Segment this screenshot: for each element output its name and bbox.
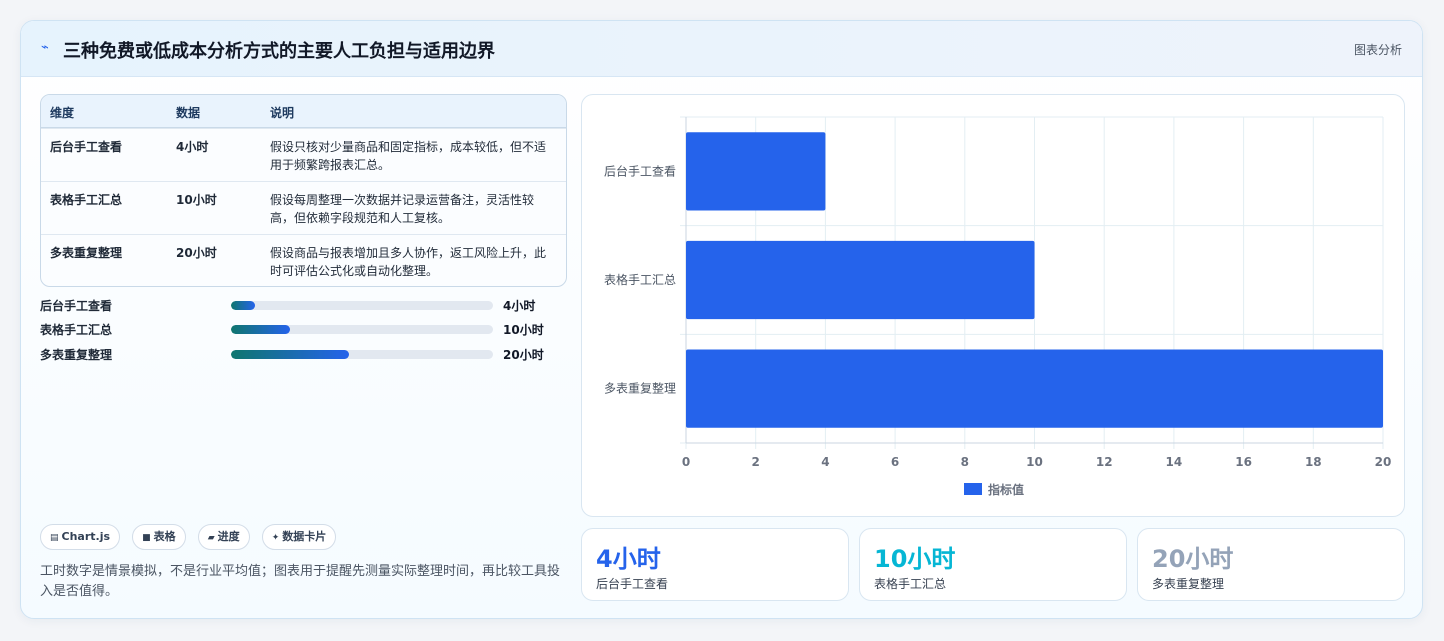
stat-label: 后台手工查看 xyxy=(596,577,669,591)
progress-track xyxy=(231,301,493,310)
chip-chartjs[interactable]: ▤ Chart.js xyxy=(40,524,121,550)
progress-track xyxy=(231,350,493,359)
y-tick-label: 多表重复整理 xyxy=(604,381,676,396)
y-tick-label: 后台手工查看 xyxy=(604,163,676,178)
chart-icon: ⌁ xyxy=(41,40,49,55)
progress-value: 20小时 xyxy=(503,348,544,362)
x-tick-label: 20 xyxy=(1375,455,1392,469)
stat-card: 20小时 多表重复整理 xyxy=(1137,528,1405,601)
chip-label: Chart.js xyxy=(61,530,111,543)
bar-chart: 后台手工查看 表格手工汇总 多表重复整理 0 2 4 6 8 10 12 14 16 18 20 指标值 xyxy=(581,94,1405,517)
progress-fill xyxy=(231,301,255,310)
table-cell-dim: 多表重复整理 xyxy=(50,246,123,260)
table-header-data: 数据 xyxy=(176,106,201,120)
footnote: 工时数字是情景模拟，不是行业平均值；图表用于提醒先测量实际整理时间，再比较工具投… xyxy=(40,564,561,599)
x-tick-label: 18 xyxy=(1305,455,1322,469)
progress-row: 表格手工汇总 10小时 xyxy=(40,320,560,338)
bar-chart-icon: ▤ xyxy=(50,533,59,543)
stat-value: 10小时 xyxy=(874,545,956,573)
chip-progress[interactable]: ▰ 进度 xyxy=(197,524,250,550)
progress-fill xyxy=(231,325,290,334)
progress-value: 4小时 xyxy=(503,299,536,313)
bar xyxy=(686,132,826,211)
sparkle-icon: ✦ xyxy=(271,533,280,543)
y-tick-label: 表格手工汇总 xyxy=(604,272,676,287)
x-tick-label: 2 xyxy=(752,455,760,469)
x-tick-label: 4 xyxy=(821,455,829,469)
table-header-dim: 维度 xyxy=(50,106,75,120)
progress-label: 表格手工汇总 xyxy=(40,323,113,337)
stat-label: 多表重复整理 xyxy=(1152,577,1225,591)
table-cell-data: 20小时 xyxy=(176,246,217,260)
table-row: 后台手工查看 4小时 假设只核对少量商品和固定指标，成本较低，但不适用于频繁跨报… xyxy=(41,128,566,181)
table-cell-desc: 假设商品与报表增加且多人协作，返工风险上升，此时可评估公式化或自动化整理。 xyxy=(270,246,547,278)
table-icon: ■ xyxy=(142,533,151,543)
table-cell-dim: 后台手工查看 xyxy=(50,140,123,154)
table-cell-data: 10小时 xyxy=(176,193,217,207)
x-tick-label: 16 xyxy=(1235,455,1252,469)
x-tick-label: 10 xyxy=(1026,455,1043,469)
chip-table[interactable]: ■ 表格 xyxy=(132,524,186,550)
stat-label: 表格手工汇总 xyxy=(874,577,947,591)
stat-card: 4小时 后台手工查看 xyxy=(581,528,849,601)
progress-row: 后台手工查看 4小时 xyxy=(40,296,560,314)
chip-label: 表格 xyxy=(153,530,176,543)
stat-value: 4小时 xyxy=(596,545,661,573)
x-tick-label: 0 xyxy=(682,455,690,469)
bar-chart-svg: 后台手工查看表格手工汇总多表重复整理 0 2 4 6 8 10 12 14 16 18 20 指标值 xyxy=(604,116,1392,497)
table-cell-desc: 假设每周整理一次数据并记录运营备注，灵活性较高，但依赖字段规范和人工复核。 xyxy=(270,193,535,225)
data-table: 维度 数据 说明 后台手工查看 4小时 假设只核对少量商品和固定指标，成本较低，… xyxy=(40,94,567,287)
table-header-desc: 说明 xyxy=(270,106,295,120)
progress-track xyxy=(231,325,493,334)
stat-card: 10小时 表格手工汇总 xyxy=(859,528,1127,601)
table-row: 多表重复整理 20小时 假设商品与报表增加且多人协作，返工风险上升，此时可评估公… xyxy=(41,234,566,286)
progress-label: 多表重复整理 xyxy=(40,348,113,362)
x-tick-label: 6 xyxy=(891,455,899,469)
table-row: 表格手工汇总 10小时 假设每周整理一次数据并记录运营备注，灵活性较高，但依赖字… xyxy=(41,181,566,234)
card-header: ⌁ 三种免费或低成本分析方式的主要人工负担与适用边界 图表分析 xyxy=(21,21,1422,77)
progress-icon: ▰ xyxy=(207,533,215,543)
x-tick-label: 12 xyxy=(1096,455,1113,469)
x-tick-label: 8 xyxy=(961,455,969,469)
progress-row: 多表重复整理 20小时 xyxy=(40,345,560,363)
table-cell-dim: 表格手工汇总 xyxy=(50,193,123,207)
table-cell-desc: 假设只核对少量商品和固定指标，成本较低，但不适用于频繁跨报表汇总。 xyxy=(270,140,547,172)
chip-label: 进度 xyxy=(217,530,240,543)
progress-value: 10小时 xyxy=(503,323,544,337)
chip-label: 数据卡片 xyxy=(282,530,327,543)
legend-swatch xyxy=(964,483,982,495)
stat-value: 20小时 xyxy=(1152,545,1234,573)
table-header-row: 维度 数据 说明 xyxy=(41,95,566,128)
page-title: 三种免费或低成本分析方式的主要人工负担与适用边界 xyxy=(63,41,495,62)
bar xyxy=(686,240,1035,320)
progress-label: 后台手工查看 xyxy=(40,299,113,313)
table-cell-data: 4小时 xyxy=(176,140,209,154)
legend-label: 指标值 xyxy=(988,482,1024,497)
tag-chips: ▤ Chart.js ■ 表格 ▰ 进度 ✦ 数据卡片 xyxy=(40,524,343,550)
analysis-card: ⌁ 三种免费或低成本分析方式的主要人工负担与适用边界 图表分析 维度 数据 说明… xyxy=(20,20,1423,619)
chip-data-card[interactable]: ✦ 数据卡片 xyxy=(261,524,337,550)
progress-fill xyxy=(231,350,349,359)
header-tag: 图表分析 xyxy=(1353,43,1402,57)
x-tick-label: 14 xyxy=(1166,455,1183,469)
bar xyxy=(686,349,1383,428)
